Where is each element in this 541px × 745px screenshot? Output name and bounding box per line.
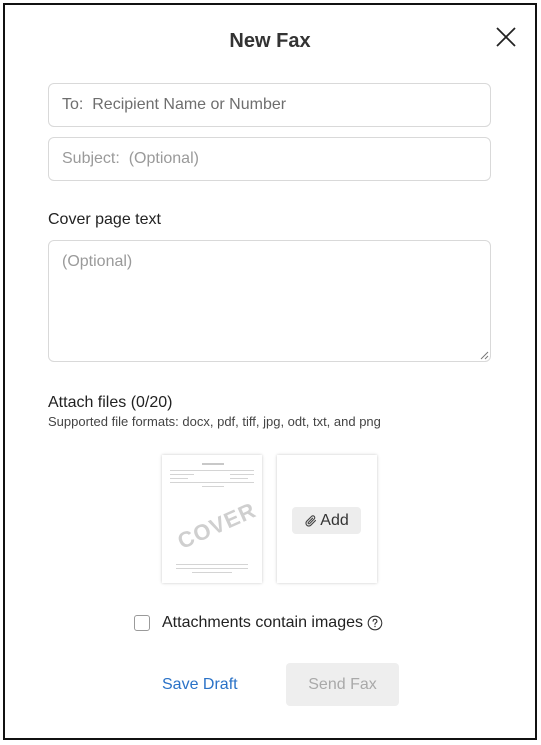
attach-files-label: Attach files (0/20): [48, 394, 173, 411]
cover-page-thumbnail[interactable]: COVER: [162, 455, 262, 583]
resize-grip-icon[interactable]: [479, 350, 489, 360]
add-attachment-button[interactable]: Add: [292, 507, 361, 534]
cover-page-label: Cover page text: [48, 211, 161, 228]
help-icon[interactable]: [367, 615, 383, 631]
recipient-input[interactable]: [48, 83, 491, 127]
add-attachment-tile[interactable]: Add: [277, 455, 377, 583]
new-fax-dialog: New Fax Cover page text Attach files (0/…: [3, 3, 537, 740]
add-label: Add: [320, 511, 349, 529]
paperclip-icon: [305, 514, 317, 527]
close-icon[interactable]: [494, 25, 518, 49]
images-option-row: Attachments contain images: [134, 614, 383, 632]
save-draft-button[interactable]: Save Draft: [162, 676, 238, 694]
images-checkbox-label[interactable]: Attachments contain images: [162, 614, 363, 632]
subject-input[interactable]: [48, 137, 491, 181]
supported-formats-text: Supported file formats: docx, pdf, tiff,…: [48, 414, 381, 429]
dialog-title: New Fax: [229, 30, 311, 52]
cover-page-textarea[interactable]: [48, 240, 491, 362]
images-checkbox[interactable]: [134, 615, 150, 631]
cover-watermark: COVER: [173, 497, 260, 554]
send-fax-button[interactable]: Send Fax: [286, 663, 399, 706]
